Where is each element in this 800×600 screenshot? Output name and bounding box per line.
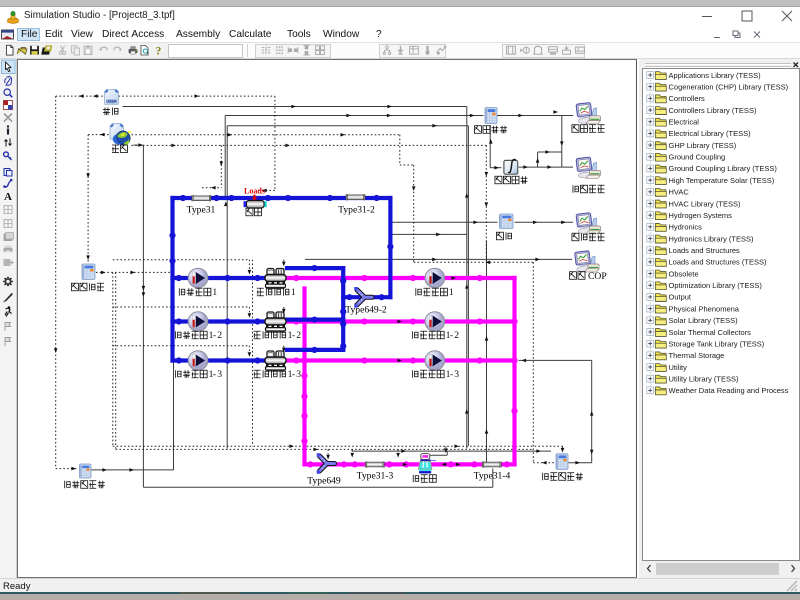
svg-text:Type31-3: Type31-3 xyxy=(356,470,393,481)
svg-text:-: - xyxy=(212,330,215,341)
svg-text:Obsolete: Obsolete xyxy=(668,269,698,278)
svg-text:-: - xyxy=(449,330,452,341)
svg-text:Controllers: Controllers xyxy=(668,94,705,103)
svg-text:Controllers Library (TESS): Controllers Library (TESS) xyxy=(668,106,756,115)
svg-text:Loads and Structures: Loads and Structures xyxy=(668,246,740,255)
svg-text:Weather Data Reading and Proce: Weather Data Reading and Process xyxy=(668,386,788,395)
svg-text:3: 3 xyxy=(217,369,222,380)
svg-text:HVAC Library (TESS): HVAC Library (TESS) xyxy=(668,199,740,208)
svg-text:3: 3 xyxy=(454,369,459,380)
svg-text:3: 3 xyxy=(296,369,301,380)
svg-text:2: 2 xyxy=(454,330,459,341)
svg-text:1: 1 xyxy=(212,287,217,298)
svg-text:Applications Library (TESS): Applications Library (TESS) xyxy=(668,71,761,80)
svg-text:Hydrogen Systems: Hydrogen Systems xyxy=(668,211,732,220)
svg-text:1: 1 xyxy=(448,287,453,298)
svg-text:Ground Coupling: Ground Coupling xyxy=(668,153,725,162)
svg-text:2: 2 xyxy=(296,330,301,341)
svg-text:GHP Library (TESS): GHP Library (TESS) xyxy=(668,141,736,150)
svg-text:Type31-2: Type31-2 xyxy=(338,204,375,215)
svg-text:Output: Output xyxy=(668,293,691,302)
svg-text:Loads: Loads xyxy=(244,186,265,195)
svg-text:Electrical: Electrical xyxy=(668,118,699,127)
svg-text:A: A xyxy=(4,191,12,203)
svg-text:HVAC: HVAC xyxy=(668,188,689,197)
svg-text:Electrical Library (TESS): Electrical Library (TESS) xyxy=(668,129,751,138)
svg-text:Hydronics: Hydronics xyxy=(668,223,702,232)
svg-text:1: 1 xyxy=(290,287,295,298)
svg-text:Utility: Utility xyxy=(668,363,687,372)
svg-text:Loads and Structures (TESS): Loads and Structures (TESS) xyxy=(668,258,766,267)
svg-text:COP: COP xyxy=(588,271,607,282)
svg-text:Ground Coupling Library (TESS): Ground Coupling Library (TESS) xyxy=(668,164,777,173)
svg-text:2: 2 xyxy=(217,330,222,341)
svg-text:Hydronics Library (TESS): Hydronics Library (TESS) xyxy=(668,234,754,243)
svg-text:Optimization Library (TESS): Optimization Library (TESS) xyxy=(668,281,762,290)
svg-text:Solar Thermal Collectors: Solar Thermal Collectors xyxy=(668,328,751,337)
svg-text:High Temperature Solar (TESS): High Temperature Solar (TESS) xyxy=(668,176,774,185)
svg-text:Type31: Type31 xyxy=(186,204,215,215)
svg-text:?: ? xyxy=(156,46,162,58)
svg-text:USER: USER xyxy=(106,99,117,103)
svg-text:-: - xyxy=(212,369,215,380)
svg-text:-: - xyxy=(449,369,452,380)
svg-text:Type649: Type649 xyxy=(307,475,341,486)
svg-text:Thermal Storage: Thermal Storage xyxy=(668,351,724,360)
svg-text:-: - xyxy=(291,330,294,341)
svg-text:-: - xyxy=(291,369,294,380)
svg-text:Physical Phenomena: Physical Phenomena xyxy=(668,304,739,313)
svg-text:Solar Library (TESS): Solar Library (TESS) xyxy=(668,316,738,325)
svg-text:Storage Tank Library (TESS): Storage Tank Library (TESS) xyxy=(668,339,764,348)
svg-text:Type649-2: Type649-2 xyxy=(345,304,387,315)
svg-text:Utility Library (TESS): Utility Library (TESS) xyxy=(668,374,739,383)
svg-text:Cogeneration (CHP) Library (TE: Cogeneration (CHP) Library (TESS) xyxy=(668,82,788,91)
svg-text:Type31-4: Type31-4 xyxy=(473,470,510,481)
